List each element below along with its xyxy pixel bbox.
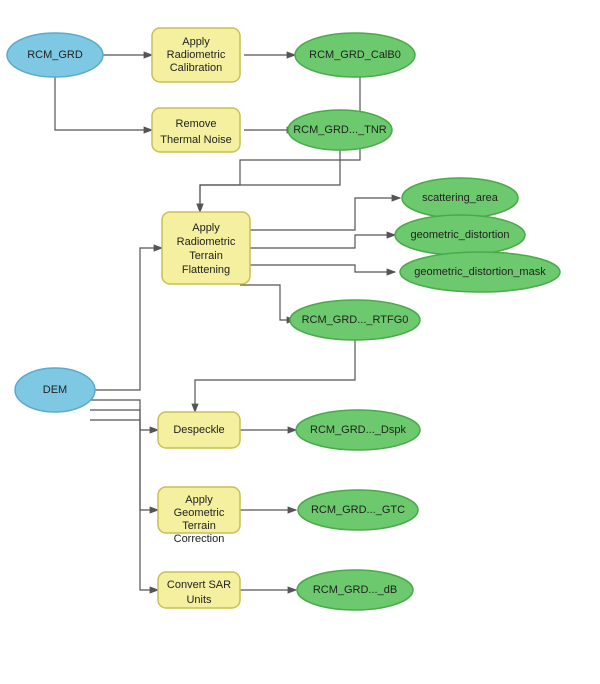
- node-geometric-distortion-mask: geometric_distortion_mask: [400, 252, 560, 292]
- label-geometric-distortion: geometric_distortion: [410, 229, 509, 241]
- edge-dem-to-applygtc: [90, 410, 158, 510]
- label-rcm-grd: RCM_GRD: [27, 49, 83, 61]
- node-rcm-tnr: RCM_GRD..._TNR: [288, 110, 392, 150]
- label-apply-rad-cal: Apply: [182, 36, 210, 48]
- node-apply-gtc[interactable]: Apply Geometric Terrain: [158, 487, 240, 533]
- label-rcm-tnr: RCM_GRD..._TNR: [293, 124, 387, 136]
- label-apply-gtc-3: Terrain: [182, 520, 216, 532]
- edge-dem-to-despeckle: [90, 400, 158, 430]
- label-despeckle: Despeckle: [173, 424, 224, 436]
- node-convert-sar[interactable]: Convert SAR Units: [158, 572, 240, 608]
- node-apply-rad-cal[interactable]: Apply Radiometric Calibration: [152, 28, 240, 82]
- edge-applyrtf-to-scattering: [240, 198, 400, 230]
- label-apply-gtc-4: Correction: [174, 533, 225, 545]
- edge-applyrtf-to-geodistmask: [240, 265, 395, 272]
- label-rcm-db: RCM_GRD..._dB: [313, 584, 397, 596]
- edge-dem-to-convertsar: [90, 420, 158, 590]
- label-rcm-dspk: RCM_GRD..._Dspk: [310, 424, 406, 436]
- label-remove-thermal-2: Thermal Noise: [160, 134, 232, 146]
- node-remove-thermal[interactable]: Remove Thermal Noise: [152, 108, 240, 152]
- label-dem: DEM: [43, 384, 67, 396]
- label-remove-thermal-1: Remove: [176, 118, 217, 130]
- node-geometric-distortion: geometric_distortion: [395, 215, 525, 255]
- edge-applyrtf-to-geodist: [240, 235, 395, 248]
- label-rcm-calb0: RCM_GRD_CalB0: [309, 49, 401, 61]
- node-scattering-area: scattering_area: [402, 178, 518, 218]
- edge-rcmgrd-to-removethermal: [55, 73, 152, 130]
- label-apply-rad-cal-3: Calibration: [170, 62, 223, 74]
- label-scattering-area: scattering_area: [422, 192, 499, 204]
- node-dem: DEM: [15, 368, 95, 412]
- node-rcm-rtfg0: RCM_GRD..._RTFG0: [290, 300, 420, 340]
- node-rcm-calb0: RCM_GRD_CalB0: [295, 33, 415, 77]
- node-rcm-grd: RCM_GRD: [7, 33, 103, 77]
- label-convert-sar-1: Convert SAR: [167, 579, 231, 591]
- node-apply-rtf[interactable]: Apply Radiometric Terrain Flattening: [162, 212, 250, 284]
- edge-applyrtf-to-rtfg0: [240, 285, 295, 320]
- edge-dem-to-applyrtf: [90, 248, 162, 390]
- label-convert-sar-2: Units: [186, 594, 212, 606]
- label-apply-rtf-3: Terrain: [189, 250, 223, 262]
- edge-tnr-to-applyrtf: [200, 148, 340, 212]
- label-apply-rad-cal-2: Radiometric: [167, 49, 226, 61]
- label-rcm-gtc: RCM_GRD..._GTC: [311, 504, 405, 516]
- edge-rtfg0-to-despeckle: [195, 340, 355, 412]
- label-apply-gtc-2: Geometric: [174, 507, 225, 519]
- node-rcm-dspk: RCM_GRD..._Dspk: [296, 410, 420, 450]
- label-apply-rtf-4: Flattening: [182, 264, 230, 276]
- label-rcm-rtfg0: RCM_GRD..._RTFG0: [302, 314, 409, 326]
- node-rcm-gtc: RCM_GRD..._GTC: [298, 490, 418, 530]
- label-apply-rtf-2: Radiometric: [177, 236, 236, 248]
- node-rcm-db: RCM_GRD..._dB: [297, 570, 413, 610]
- label-geometric-distortion-mask: geometric_distortion_mask: [414, 266, 546, 278]
- label-apply-gtc-1: Apply: [185, 494, 213, 506]
- label-apply-rtf-1: Apply: [192, 222, 220, 234]
- node-despeckle[interactable]: Despeckle: [158, 412, 240, 448]
